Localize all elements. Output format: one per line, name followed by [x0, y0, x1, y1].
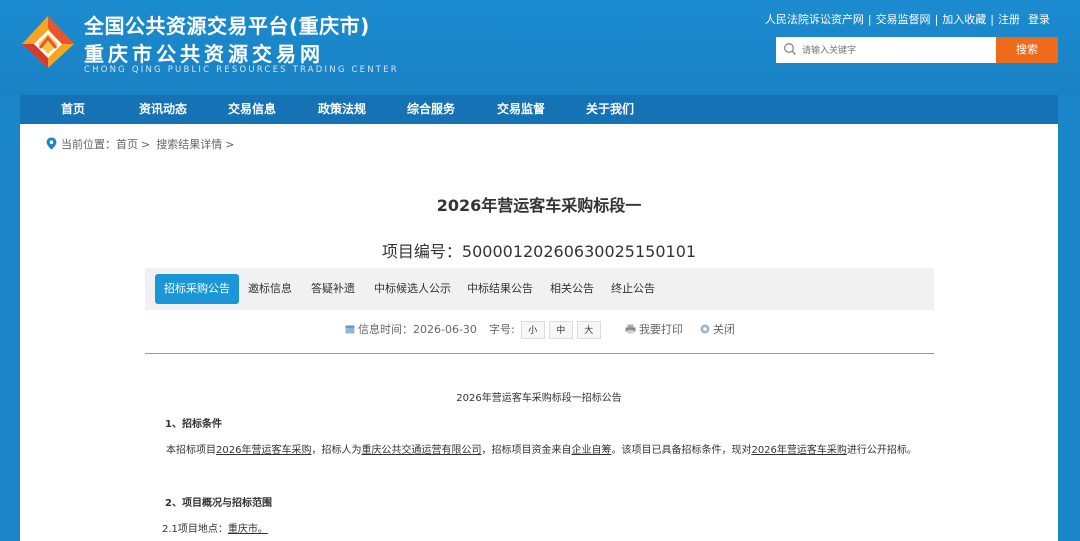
- breadcrumb-home[interactable]: 首页: [116, 138, 138, 151]
- project-location: 2.1项目地点：重庆市。: [162, 524, 268, 535]
- nav-about[interactable]: 关于我们: [586, 95, 634, 124]
- printer-icon: [625, 324, 636, 334]
- nav-supervision[interactable]: 交易监督: [497, 95, 545, 124]
- search-icon: [784, 43, 796, 55]
- site-header: 全国公共资源交易平台(重庆市) 重庆市公共资源交易网 CHONG QING PU…: [0, 0, 1080, 95]
- font-large-button[interactable]: 大: [576, 321, 601, 339]
- project-number: 项目编号：500001202606300251501​01: [381, 242, 697, 261]
- site-title: 全国公共资源交易平台(重庆市): [84, 14, 370, 38]
- link-register[interactable]: 注册: [998, 13, 1020, 26]
- font-size-label: 字号:: [489, 323, 515, 336]
- article-title: 2026年营运客车采购标段一: [436, 196, 642, 215]
- link-court-assets[interactable]: 人民法院诉讼资产网: [765, 13, 864, 26]
- breadcrumb-label: 当前位置：: [61, 138, 116, 151]
- section-1-paragraph: 本招标项目2026年营运客车采购，招标人为重庆公共交通运营有限公司，招标项目资金…: [166, 445, 917, 456]
- font-small-button[interactable]: 小: [520, 321, 545, 339]
- breadcrumb-current[interactable]: 搜索结果详情: [156, 138, 222, 151]
- nav-policies[interactable]: 政策法规: [318, 95, 366, 124]
- main-nav: 首页 资讯动态 交易信息 政策法规 综合服务 交易监督 关于我们: [20, 95, 1058, 124]
- tab-candidates[interactable]: 中标候选人公示: [374, 274, 451, 304]
- site-logo: [22, 16, 74, 68]
- tab-award-result[interactable]: 中标结果公告: [467, 274, 533, 304]
- breadcrumb: 当前位置：首页 > 搜索结果详情 >: [46, 136, 240, 152]
- site-subtitle-en: CHONG QING PUBLIC RESOURCES TRADING CENT…: [84, 65, 399, 75]
- nav-home[interactable]: 首页: [61, 95, 85, 124]
- nav-trading-info[interactable]: 交易信息: [228, 95, 276, 124]
- tab-termination[interactable]: 终止公告: [611, 274, 655, 304]
- tab-related[interactable]: 相关公告: [550, 274, 594, 304]
- location-pin-icon: [46, 137, 57, 150]
- top-links: 人民法院诉讼资产网 | 交易监督网 | 加入收藏 | 注册 登录: [764, 13, 1050, 26]
- close-button[interactable]: 关闭: [700, 320, 735, 340]
- tab-qa-addendum[interactable]: 答疑补遗: [311, 274, 355, 304]
- search-input[interactable]: [802, 41, 990, 59]
- tab-invitation[interactable]: 邀标信息: [248, 274, 292, 304]
- search-button[interactable]: 搜索: [996, 37, 1058, 63]
- link-supervision[interactable]: 交易监督网: [876, 13, 931, 26]
- doc-heading: 2026年营运客车采购标段一招标公告: [456, 393, 622, 404]
- section-2-title: 2、项目概况与招标范围: [165, 498, 272, 509]
- section-1-title: 1、招标条件: [165, 419, 222, 430]
- site-subtitle: 重庆市公共资源交易网: [84, 42, 324, 66]
- print-label: 我要打印: [639, 323, 683, 336]
- calendar-icon: [345, 325, 355, 334]
- print-button[interactable]: 我要打印: [625, 320, 683, 340]
- font-medium-button[interactable]: 中: [548, 321, 573, 339]
- tab-tender-notice[interactable]: 招标采购公告: [155, 274, 239, 304]
- link-login[interactable]: 登录: [1028, 13, 1050, 26]
- divider: [145, 353, 934, 354]
- info-time-label: 信息时间：: [358, 323, 413, 336]
- close-label: 关闭: [713, 323, 735, 336]
- font-size-group: 字号: 小中大: [489, 320, 605, 340]
- notice-tabs: 招标采购公告 邀标信息 答疑补遗 中标候选人公示 中标结果公告 相关公告 终止公…: [145, 268, 934, 310]
- info-time-value: 2026-06-30: [413, 323, 477, 336]
- link-favorite[interactable]: 加入收藏: [942, 13, 986, 26]
- close-icon: [700, 324, 710, 334]
- main-content: 当前位置：首页 > 搜索结果详情 > 2026年营运客车采购标段一 项目编号：5000…: [20, 124, 1058, 541]
- search-box: [776, 37, 996, 63]
- nav-services[interactable]: 综合服务: [407, 95, 455, 124]
- nav-news[interactable]: 资讯动态: [139, 95, 187, 124]
- info-time: 信息时间：2026-06-30: [345, 320, 477, 340]
